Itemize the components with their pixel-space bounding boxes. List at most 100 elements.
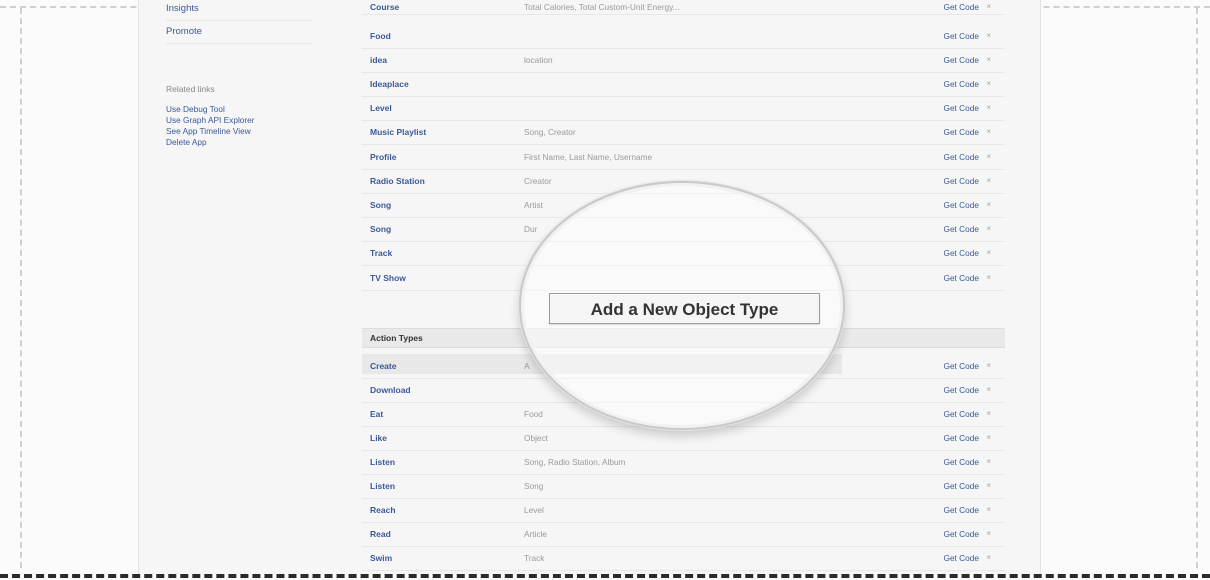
action-type-properties: Track [524, 553, 545, 563]
get-code-link[interactable]: Get Code [943, 145, 979, 169]
remove-icon[interactable]: × [986, 241, 991, 265]
object-type-name[interactable]: Level [370, 96, 392, 120]
object-type-properties: Creator [524, 176, 552, 186]
frame-right-border [1196, 8, 1198, 568]
action-type-properties: Object [524, 433, 548, 443]
action-type-name[interactable]: Like [370, 426, 387, 450]
action-type-name[interactable]: Download [370, 378, 411, 402]
get-code-link[interactable]: Get Code [943, 426, 979, 450]
get-code-link[interactable]: Get Code [943, 169, 979, 193]
remove-icon[interactable]: × [986, 169, 991, 193]
get-code-link[interactable]: Get Code [943, 72, 979, 96]
object-type-name[interactable]: Track [370, 241, 392, 265]
remove-icon[interactable]: × [986, 145, 991, 169]
get-code-link[interactable]: Get Code [943, 522, 979, 546]
action-type-name[interactable]: Swim [370, 546, 392, 570]
remove-icon[interactable]: × [986, 96, 991, 120]
action-type-row: Reach Level Get Code × [362, 498, 1005, 523]
action-types-header: Action Types [362, 328, 1005, 348]
object-type-row: Radio Station Creator Get Code × [362, 169, 1005, 194]
object-type-row: Music Playlist Song, Creator Get Code × [362, 120, 1005, 145]
object-type-name[interactable]: TV Show [370, 266, 406, 290]
object-type-row: Song Artist Get Code × [362, 193, 1005, 218]
object-type-name[interactable]: Music Playlist [370, 120, 426, 144]
action-type-row: Download Get Code × [362, 378, 1005, 403]
remove-icon[interactable]: × [986, 498, 991, 522]
action-type-name[interactable]: Create [370, 354, 396, 378]
get-code-link[interactable]: Get Code [943, 120, 979, 144]
get-code-link[interactable]: Get Code [943, 474, 979, 498]
remove-icon[interactable]: × [986, 450, 991, 474]
get-code-link[interactable]: Get Code [943, 193, 979, 217]
get-code-link[interactable]: Get Code [943, 450, 979, 474]
object-type-name[interactable]: Course [370, 0, 399, 14]
object-type-properties: First Name, Last Name, Username [524, 152, 653, 162]
object-type-name[interactable]: Song [370, 217, 391, 241]
remove-icon[interactable]: × [986, 217, 991, 241]
action-type-name[interactable]: Listen [370, 450, 395, 474]
object-type-row: Course Total Calories, Total Custom-Unit… [362, 0, 1005, 15]
see-app-timeline-view-link[interactable]: See App Timeline View [166, 126, 316, 137]
get-code-link[interactable]: Get Code [943, 24, 979, 48]
sidebar-item-insights[interactable]: Insights [166, 0, 312, 21]
remove-icon[interactable]: × [986, 48, 991, 72]
get-code-link[interactable]: Get Code [943, 96, 979, 120]
action-type-properties: Food [524, 409, 543, 419]
get-code-link[interactable]: Get Code [943, 498, 979, 522]
add-new-object-type-button[interactable]: Add a New Object Type [549, 293, 820, 324]
get-code-link[interactable]: Get Code [943, 241, 979, 265]
related-links-heading: Related links [166, 84, 215, 94]
remove-icon[interactable]: × [986, 72, 991, 96]
get-code-link[interactable]: Get Code [943, 48, 979, 72]
remove-icon[interactable]: × [986, 24, 991, 48]
get-code-link[interactable]: Get Code [943, 354, 979, 378]
action-type-properties: Level [524, 505, 544, 515]
action-type-name[interactable]: Read [370, 522, 391, 546]
object-type-properties: Song, Creator [524, 127, 576, 137]
action-type-name[interactable]: Eat [370, 402, 383, 426]
remove-icon[interactable]: × [986, 378, 991, 402]
object-type-properties: Total Calories, Total Custom-Unit Energy… [524, 2, 680, 12]
object-type-row: Track Get Code × [362, 241, 1005, 266]
get-code-link[interactable]: Get Code [943, 402, 979, 426]
object-type-row: Level Get Code × [362, 96, 1005, 121]
remove-icon[interactable]: × [986, 266, 991, 290]
get-code-link[interactable]: Get Code [943, 217, 979, 241]
action-type-name[interactable]: Reach [370, 498, 396, 522]
action-type-properties: A [524, 361, 530, 371]
get-code-link[interactable]: Get Code [943, 0, 979, 14]
use-debug-tool-link[interactable]: Use Debug Tool [166, 104, 316, 115]
object-type-name[interactable]: Food [370, 24, 391, 48]
object-type-name[interactable]: Song [370, 193, 391, 217]
delete-app-link[interactable]: Delete App [166, 137, 316, 148]
remove-icon[interactable]: × [986, 426, 991, 450]
object-type-name[interactable]: Radio Station [370, 169, 425, 193]
object-type-row: Ideaplace Get Code × [362, 72, 1005, 97]
action-type-row: Like Object Get Code × [362, 426, 1005, 451]
object-type-name[interactable]: Ideaplace [370, 72, 409, 96]
get-code-link[interactable]: Get Code [943, 378, 979, 402]
get-code-link[interactable]: Get Code [943, 266, 979, 290]
sidebar-item-promote[interactable]: Promote [166, 21, 312, 44]
object-type-name[interactable]: idea [370, 48, 387, 72]
get-code-link[interactable]: Get Code [943, 546, 979, 570]
remove-icon[interactable]: × [986, 522, 991, 546]
remove-icon[interactable]: × [986, 354, 991, 378]
action-type-name[interactable]: Listen [370, 474, 395, 498]
object-type-row: Food Get Code × [362, 24, 1005, 49]
remove-icon[interactable]: × [986, 120, 991, 144]
action-type-properties: Song [524, 481, 544, 491]
remove-icon[interactable]: × [986, 474, 991, 498]
action-type-row: Listen Song Get Code × [362, 474, 1005, 499]
remove-icon[interactable]: × [986, 193, 991, 217]
action-type-row: Read Article Get Code × [362, 522, 1005, 547]
action-type-properties: Song, Radio Station, Album [524, 457, 626, 467]
frame-left-border [20, 8, 22, 568]
use-graph-api-explorer-link[interactable]: Use Graph API Explorer [166, 115, 316, 126]
remove-icon[interactable]: × [986, 546, 991, 570]
remove-icon[interactable]: × [986, 402, 991, 426]
action-type-row: Listen Song, Radio Station, Album Get Co… [362, 450, 1005, 475]
object-type-name[interactable]: Profile [370, 145, 396, 169]
action-type-row: Create A Get Code × [362, 354, 1005, 379]
remove-icon[interactable]: × [986, 0, 991, 14]
